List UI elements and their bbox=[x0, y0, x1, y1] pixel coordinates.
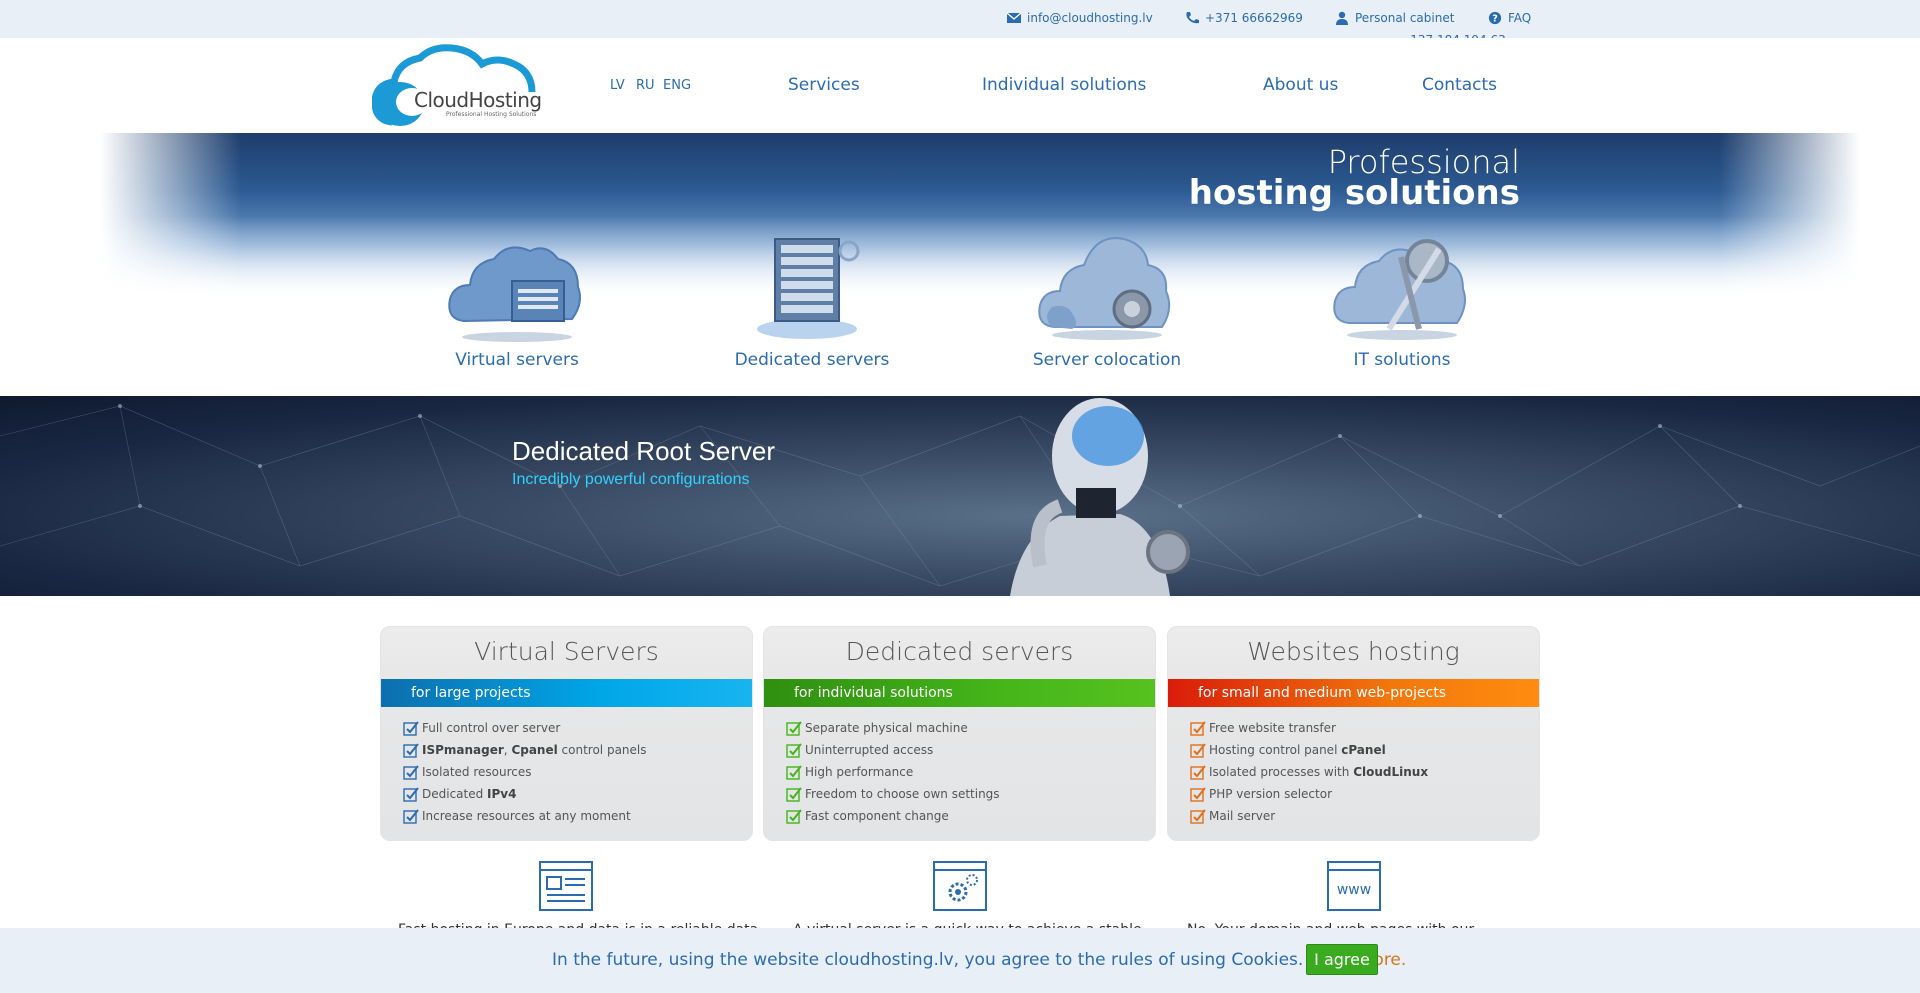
service-server-colocation[interactable]: Server colocation bbox=[1017, 229, 1197, 370]
phone-link[interactable]: +371 66662969 bbox=[1184, 11, 1303, 25]
checkbox-icon bbox=[1190, 787, 1206, 802]
checkbox-icon bbox=[1190, 743, 1206, 758]
list-item: PHP version selector bbox=[1190, 783, 1428, 805]
list-item: Dedicated IPv4 bbox=[403, 783, 647, 805]
list-item: Freedom to choose own settings bbox=[786, 783, 1000, 805]
user-icon bbox=[1336, 11, 1348, 25]
browser-gear-icon bbox=[933, 861, 987, 911]
svg-text:?: ? bbox=[1492, 14, 1498, 25]
nav-services[interactable]: Services bbox=[788, 75, 860, 95]
personal-cabinet-link[interactable]: Personal cabinet bbox=[1334, 11, 1454, 25]
nav-contacts[interactable]: Contacts bbox=[1422, 75, 1497, 95]
banner-subtitle: Incredibly powerful configurations bbox=[512, 471, 750, 488]
checkbox-icon bbox=[403, 743, 419, 758]
list-item: Isolated processes with CloudLinux bbox=[1190, 761, 1428, 783]
server-rack-icon bbox=[757, 238, 860, 339]
checkbox-icon bbox=[403, 765, 419, 780]
nav-about-us[interactable]: About us bbox=[1263, 75, 1338, 95]
faq-link[interactable]: ? FAQ bbox=[1487, 11, 1531, 25]
card-title: Dedicated servers bbox=[845, 637, 1074, 666]
card-feature-list: Full control over server ISPmanager, Cpa… bbox=[403, 717, 647, 827]
service-label[interactable]: Dedicated servers bbox=[722, 350, 902, 370]
logo-text: CloudHosting bbox=[414, 88, 542, 112]
list-item: Hosting control panel cPanel bbox=[1190, 739, 1428, 761]
card-strip: for small and medium web-projects bbox=[1168, 679, 1539, 707]
service-virtual-servers[interactable]: Virtual servers bbox=[427, 229, 607, 370]
service-label[interactable]: IT solutions bbox=[1312, 350, 1492, 370]
lang-eng[interactable]: ENG bbox=[663, 78, 691, 93]
checkbox-icon bbox=[786, 721, 802, 736]
checkbox-icon bbox=[786, 787, 802, 802]
list-item: Increase resources at any moment bbox=[403, 805, 647, 827]
checkbox-icon bbox=[403, 721, 419, 736]
list-item: Mail server bbox=[1190, 805, 1428, 827]
browser-www-icon: www bbox=[1327, 861, 1381, 911]
checkbox-icon bbox=[403, 787, 419, 802]
checkbox-icon bbox=[403, 809, 419, 824]
list-item: Separate physical machine bbox=[786, 717, 1000, 739]
list-item: Full control over server bbox=[403, 717, 647, 739]
checkbox-icon bbox=[1190, 765, 1206, 780]
lang-ru[interactable]: RU bbox=[636, 78, 655, 93]
list-item: Fast component change bbox=[786, 805, 1000, 827]
card-strip: for large projects bbox=[381, 679, 752, 707]
promo-banner[interactable]: Dedicated Root Server Incredibly powerfu… bbox=[0, 396, 1920, 596]
cookie-message: In the future, using the website cloudho… bbox=[552, 950, 1407, 970]
service-it-solutions[interactable]: IT solutions bbox=[1312, 229, 1492, 370]
hero-background bbox=[100, 133, 1860, 296]
card-feature-list: Free website transfer Hosting control pa… bbox=[1190, 717, 1428, 827]
card-feature-list: Separate physical machine Uninterrupted … bbox=[786, 717, 1000, 827]
card-websites-hosting[interactable]: Websites hosting for small and medium we… bbox=[1167, 626, 1540, 841]
checkbox-icon bbox=[786, 765, 802, 780]
cloud-lock-icon bbox=[1038, 237, 1171, 340]
svg-text:www: www bbox=[1337, 882, 1371, 898]
service-label[interactable]: Virtual servers bbox=[427, 350, 607, 370]
cookie-consent-bar: In the future, using the website cloudho… bbox=[0, 928, 1920, 993]
service-label[interactable]: Server colocation bbox=[1017, 350, 1197, 370]
card-dedicated-servers[interactable]: Dedicated servers for individual solutio… bbox=[763, 626, 1156, 841]
checkbox-icon bbox=[786, 809, 802, 824]
cloud-tools-icon bbox=[1333, 239, 1466, 340]
card-title: Websites hosting bbox=[1247, 637, 1460, 666]
phone-icon bbox=[1186, 12, 1199, 24]
logo-subtitle: Professional Hosting Solutions bbox=[446, 111, 537, 118]
browser-layout-icon bbox=[539, 861, 593, 911]
checkbox-icon bbox=[1190, 809, 1206, 824]
header: CloudHosting Professional Hosting Soluti… bbox=[0, 38, 1920, 133]
envelope-icon bbox=[1006, 12, 1022, 23]
top-bar: info@cloudhosting.lv +371 66662969 Perso… bbox=[0, 0, 1920, 38]
list-item: ISPmanager, Cpanel control panels bbox=[403, 739, 647, 761]
question-icon: ? bbox=[1488, 11, 1502, 25]
card-virtual-servers[interactable]: Virtual Servers for large projects Full … bbox=[380, 626, 753, 841]
list-item: Isolated resources bbox=[403, 761, 647, 783]
email-link[interactable]: info@cloudhosting.lv bbox=[1006, 11, 1153, 25]
checkbox-icon bbox=[786, 743, 802, 758]
checkbox-icon bbox=[1190, 721, 1206, 736]
nav-individual-solutions[interactable]: Individual solutions bbox=[982, 75, 1146, 95]
lang-lv[interactable]: LV bbox=[610, 78, 625, 93]
card-title: Virtual Servers bbox=[474, 637, 659, 666]
list-item: High performance bbox=[786, 761, 1000, 783]
hero-title-line2: hosting solutions bbox=[1188, 173, 1520, 213]
list-item: Free website transfer bbox=[1190, 717, 1428, 739]
banner-title: Dedicated Root Server bbox=[512, 436, 776, 466]
robot-image bbox=[1010, 398, 1190, 596]
service-dedicated-servers[interactable]: Dedicated servers bbox=[722, 229, 902, 370]
agree-button[interactable]: I agree bbox=[1306, 944, 1378, 975]
list-item: Uninterrupted access bbox=[786, 739, 1000, 761]
hero-section: Professional hosting solutions Virtual s… bbox=[0, 133, 1920, 396]
card-strip: for individual solutions bbox=[764, 679, 1155, 707]
network-pattern bbox=[0, 398, 1920, 596]
cloud-drawer-icon bbox=[448, 246, 581, 342]
